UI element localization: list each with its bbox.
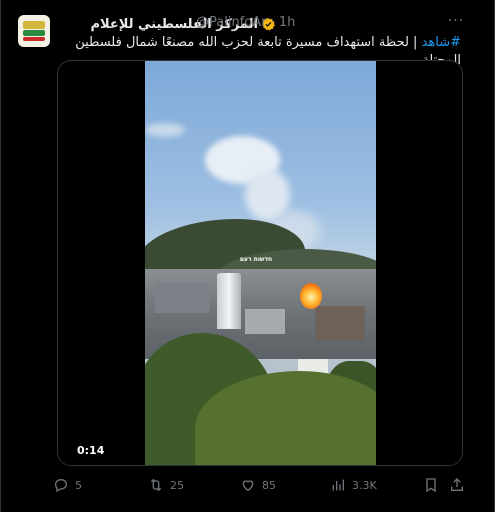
avatar-logo-bar-1 — [23, 21, 45, 29]
tweet-time[interactable]: 1h — [279, 15, 296, 30]
views-button[interactable]: 3.3K — [330, 474, 377, 496]
author-handle-line: @PalinfoAr · 1h — [196, 15, 295, 30]
repost-button[interactable]: 25 — [148, 474, 184, 496]
tweet-actions: 5 25 85 3.3K — [53, 474, 473, 496]
like-count: 85 — [262, 478, 276, 492]
repost-count: 25 — [170, 478, 184, 492]
like-button[interactable]: 85 — [240, 474, 276, 496]
share-button[interactable] — [449, 474, 471, 496]
video-watermark: חדשות רעם — [239, 256, 273, 263]
building — [245, 309, 285, 334]
bookmark-button[interactable] — [423, 474, 445, 496]
separator: · — [270, 15, 275, 30]
bookmark-icon — [426, 478, 436, 493]
author-handle[interactable]: @PalinfoAr — [196, 15, 266, 30]
like-icon — [242, 480, 254, 492]
tweet-card[interactable]: المركز الفلسطيني للإعلام @PalinfoAr · 1h… — [0, 0, 495, 512]
explosion — [300, 283, 322, 309]
video-player[interactable]: חדשות רעם 0:14 — [57, 60, 463, 466]
reply-icon — [54, 478, 68, 493]
more-icon[interactable]: ··· — [444, 11, 468, 33]
repost-icon — [150, 478, 162, 492]
reply-count: 5 — [75, 478, 82, 492]
building — [315, 306, 365, 341]
share-icon — [451, 478, 463, 491]
video-frame[interactable]: חדשות רעם — [145, 61, 376, 465]
silo-tower — [217, 273, 241, 329]
views-count: 3.3K — [352, 478, 377, 492]
views-icon — [332, 479, 344, 491]
building — [155, 283, 210, 313]
reply-button[interactable]: 5 — [53, 474, 82, 496]
hashtag-link[interactable]: #شاهد — [422, 35, 461, 50]
cloud — [145, 123, 185, 137]
video-duration: 0:14 — [72, 442, 110, 459]
